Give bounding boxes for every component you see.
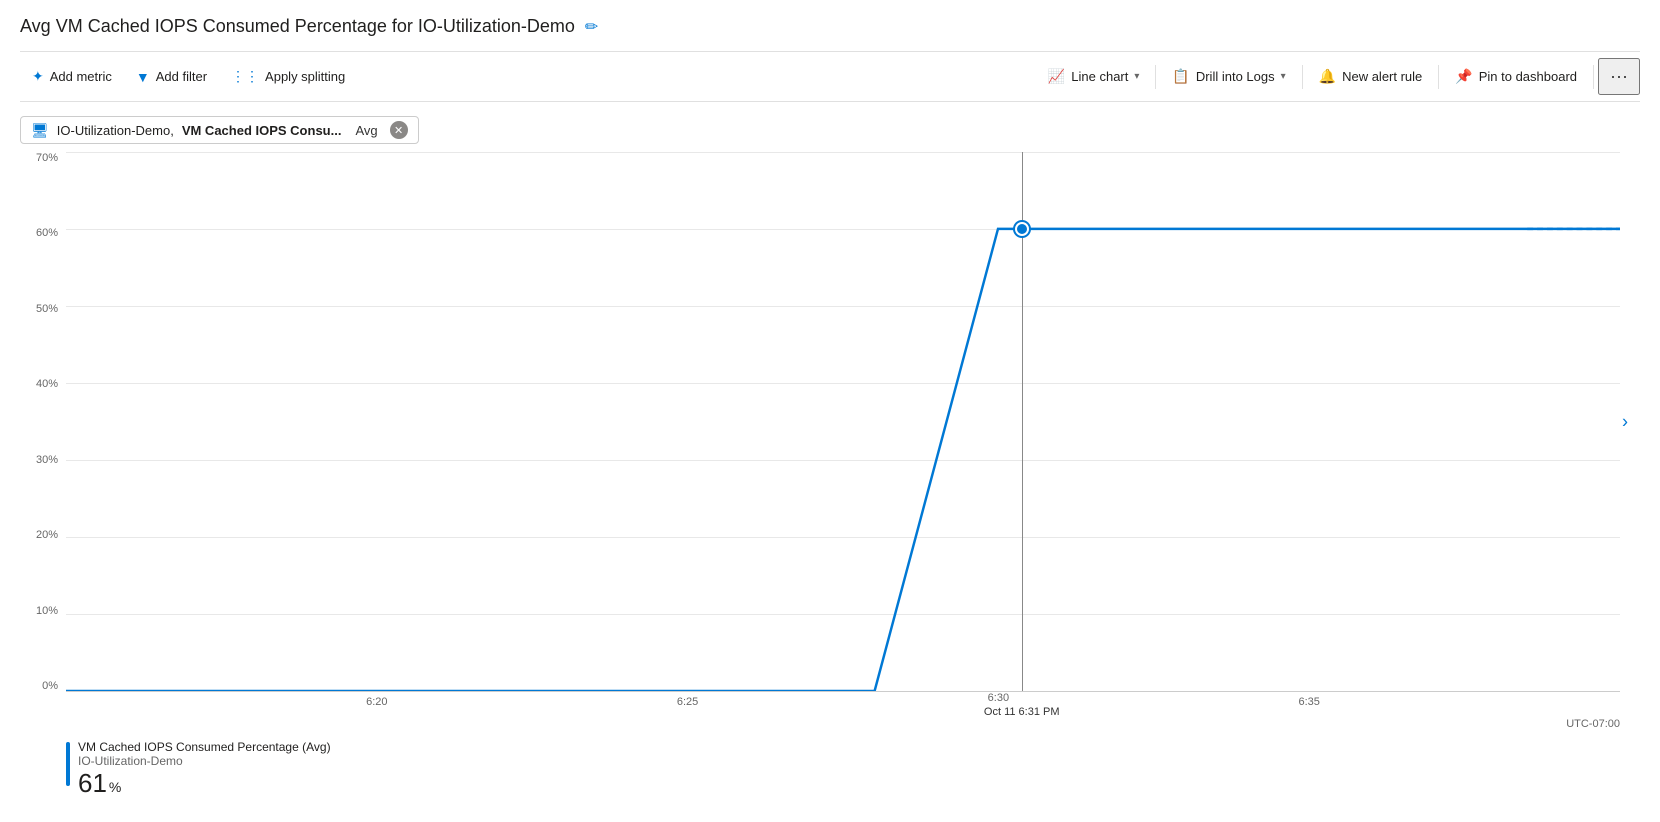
page-title: Avg VM Cached IOPS Consumed Percentage f… xyxy=(20,16,575,37)
more-options-button[interactable]: ··· xyxy=(1598,58,1640,95)
metric-pill-icon: 🖥 xyxy=(31,122,49,139)
apply-splitting-icon: ⋮⋮ xyxy=(231,68,259,85)
legend-text: VM Cached IOPS Consumed Percentage (Avg)… xyxy=(78,740,331,799)
metric-pill-aggregation: Avg xyxy=(355,123,377,138)
add-metric-icon: ✦ xyxy=(32,68,44,85)
new-alert-rule-label: New alert rule xyxy=(1342,69,1422,84)
metric-row: 🖥 IO-Utilization-Demo, VM Cached IOPS Co… xyxy=(20,116,1640,144)
y-label-10: 10% xyxy=(36,605,58,617)
apply-splitting-label: Apply splitting xyxy=(265,69,345,84)
toolbar: ✦ Add metric ▼ Add filter ⋮⋮ Apply split… xyxy=(20,51,1640,102)
x-cursor-label: Oct 11 6:31 PM xyxy=(984,706,1060,718)
metric-pill-resource: IO-Utilization-Demo, xyxy=(57,123,174,138)
add-filter-label: Add filter xyxy=(156,69,207,84)
drill-into-logs-button[interactable]: 📋 Drill into Logs ▾ xyxy=(1160,62,1297,91)
alert-rule-icon: 🔔 xyxy=(1319,68,1336,85)
metric-pill: 🖥 IO-Utilization-Demo, VM Cached IOPS Co… xyxy=(20,116,419,144)
utc-label: UTC-07:00 xyxy=(1566,718,1620,730)
x-label-630: 6:30 xyxy=(988,692,1009,704)
toolbar-divider-3 xyxy=(1438,65,1439,89)
chart-svg xyxy=(66,152,1620,691)
chart-plot: › xyxy=(66,152,1620,692)
line-chart-icon: 📈 xyxy=(1048,68,1065,85)
x-label-625: 6:25 xyxy=(677,696,698,708)
legend-unit: % xyxy=(109,779,121,795)
page-container: Avg VM Cached IOPS Consumed Percentage f… xyxy=(0,0,1660,822)
drill-logs-icon: 📋 xyxy=(1172,68,1189,85)
data-dot xyxy=(1015,222,1029,236)
line-chart-label: Line chart xyxy=(1071,69,1128,84)
add-filter-button[interactable]: ▼ Add filter xyxy=(124,63,219,91)
toolbar-divider-4 xyxy=(1593,65,1594,89)
toolbar-divider-1 xyxy=(1155,65,1156,89)
pin-to-dashboard-button[interactable]: 📌 Pin to dashboard xyxy=(1443,62,1589,91)
chart-area: 70% 60% 50% 40% 30% 20% 10% 0% xyxy=(20,152,1640,732)
y-label-30: 30% xyxy=(36,454,58,466)
y-label-70: 70% xyxy=(36,152,58,164)
metric-pill-close-button[interactable]: ✕ xyxy=(390,121,408,139)
x-label-620: 6:20 xyxy=(366,696,387,708)
title-row: Avg VM Cached IOPS Consumed Percentage f… xyxy=(20,16,1640,37)
y-label-20: 20% xyxy=(36,529,58,541)
add-metric-button[interactable]: ✦ Add metric xyxy=(20,62,124,91)
y-label-50: 50% xyxy=(36,303,58,315)
x-axis: 6:20 6:25 6:30 Oct 11 6:31 PM 6:35 UTC-0… xyxy=(66,692,1620,732)
expand-chart-button[interactable]: › xyxy=(1622,411,1628,432)
apply-splitting-button[interactable]: ⋮⋮ Apply splitting xyxy=(219,62,357,91)
x-label-635: 6:35 xyxy=(1298,696,1319,708)
new-alert-rule-button[interactable]: 🔔 New alert rule xyxy=(1307,62,1435,91)
pin-to-dashboard-label: Pin to dashboard xyxy=(1479,69,1577,84)
add-metric-label: Add metric xyxy=(50,69,112,84)
drill-logs-dropdown-icon: ▾ xyxy=(1281,71,1286,82)
toolbar-divider-2 xyxy=(1302,65,1303,89)
pin-icon: 📌 xyxy=(1455,68,1472,85)
legend-item: VM Cached IOPS Consumed Percentage (Avg)… xyxy=(66,740,1640,799)
legend: VM Cached IOPS Consumed Percentage (Avg)… xyxy=(20,740,1640,799)
toolbar-left: ✦ Add metric ▼ Add filter ⋮⋮ Apply split… xyxy=(20,62,357,91)
line-chart-dropdown-icon: ▾ xyxy=(1134,71,1139,82)
line-chart-button[interactable]: 📈 Line chart ▾ xyxy=(1036,62,1152,91)
toolbar-right: 📈 Line chart ▾ 📋 Drill into Logs ▾ 🔔 New… xyxy=(1036,58,1640,95)
legend-metric-name: VM Cached IOPS Consumed Percentage (Avg) xyxy=(78,740,331,754)
add-filter-icon: ▼ xyxy=(136,69,150,85)
y-label-40: 40% xyxy=(36,378,58,390)
chart-container: 70% 60% 50% 40% 30% 20% 10% 0% xyxy=(20,152,1640,732)
y-label-0: 0% xyxy=(42,680,58,692)
legend-resource: IO-Utilization-Demo xyxy=(78,754,331,768)
y-label-60: 60% xyxy=(36,227,58,239)
edit-icon[interactable]: ✏ xyxy=(585,17,598,37)
legend-color-bar xyxy=(66,742,70,786)
y-axis: 70% 60% 50% 40% 30% 20% 10% 0% xyxy=(20,152,66,692)
metric-pill-metric: VM Cached IOPS Consu... xyxy=(182,123,342,138)
chart-line xyxy=(66,229,1620,691)
drill-into-logs-label: Drill into Logs xyxy=(1196,69,1275,84)
legend-value-row: 61 % xyxy=(78,768,331,799)
legend-value: 61 xyxy=(78,768,107,799)
